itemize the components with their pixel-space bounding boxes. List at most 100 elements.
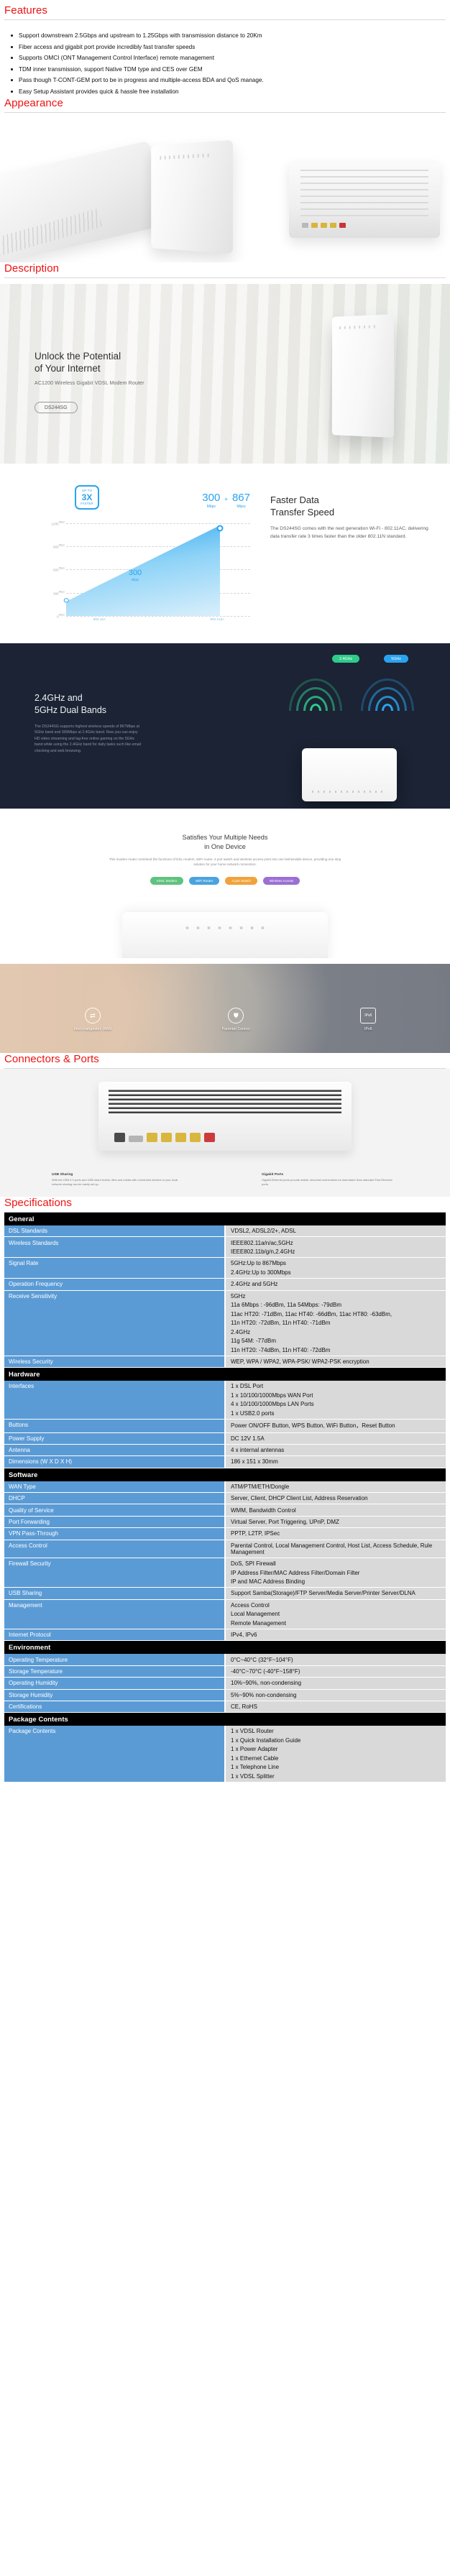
lan-port-4 bbox=[190, 1133, 201, 1142]
lifestyle-feature-row: ⇄ Interchangeable WAN ⛊ Parental Control IPv… bbox=[0, 1008, 450, 1031]
spec-row-key: Dimensions (W X D X H) bbox=[4, 1455, 226, 1468]
spec-row-value: PPTP, L2TP, IPSec bbox=[225, 1527, 446, 1540]
spec-value-line: 5%~90% non-condensing bbox=[231, 1691, 297, 1698]
spec-row-key: Storage Humidity bbox=[4, 1689, 226, 1701]
features-heading: Features bbox=[4, 4, 47, 17]
lifestyle-feature-label: IPv6 bbox=[364, 1027, 372, 1031]
spec-row-value: VDSL2, ADSL2/2+, ADSL bbox=[225, 1225, 446, 1238]
spec-row-key: Quality of Service bbox=[4, 1504, 226, 1517]
band-tag-24ghz: 2.4GHz bbox=[331, 655, 360, 663]
spec-row-key: Package Contents bbox=[4, 1726, 226, 1783]
lifestyle-feature: ⇄ Interchangeable WAN bbox=[74, 1008, 112, 1031]
spec-row-value: IEEE802.11a/n/ac,5GHz IEEE802.11b/g/n,2.4… bbox=[225, 1236, 446, 1259]
ports-diagram: USB Sharing With the USB 2.0 ports and U… bbox=[0, 1069, 450, 1197]
needs-chip: 4 port Switch bbox=[225, 877, 257, 886]
port-lan-3 bbox=[330, 223, 336, 228]
band-tag-5ghz: 5GHz bbox=[384, 655, 408, 663]
dual-band-body-text: The DS244SG supports highest wireless sp… bbox=[35, 724, 141, 753]
lifestyle-feature: IPv6 IPv6 bbox=[360, 1008, 377, 1031]
spec-group-header: Package Contents bbox=[4, 1712, 446, 1726]
spec-row-key: Access Control bbox=[4, 1540, 226, 1558]
description-section: Description Unlock the Potential of Your… bbox=[0, 262, 450, 1053]
spec-row-value: 5%~90% non-condensing bbox=[225, 1689, 446, 1701]
led-wps bbox=[261, 926, 265, 929]
spec-row: DHCP Server, Client, DHCP Client List, Ad… bbox=[4, 1492, 446, 1505]
spec-value-line: IEEE802.11b/g/n,2.4GHz bbox=[231, 1248, 295, 1256]
spec-row: Signal Rate 5GHz:Up to 867Mbps 2.4GHz:Up t… bbox=[4, 1257, 446, 1279]
gigabit-ports-callout-title: Gigabit Ports bbox=[262, 1173, 284, 1177]
spec-value-line: Parental Control, Local Management Contr… bbox=[231, 1542, 433, 1555]
dual-band-router-image bbox=[302, 748, 397, 801]
spec-row-key: Firewall Security bbox=[4, 1558, 226, 1588]
spec-row-value: 1 x DSL Port 1 x 10/100/1000Mbps WAN Port… bbox=[225, 1381, 446, 1420]
spec-group-header: Environment bbox=[4, 1640, 446, 1655]
spec-row-key: Wireless Security bbox=[4, 1356, 226, 1368]
spec-row-value: 5GHz 11a 6Mbps : -96dBm, 11a 54Mbps: -79d… bbox=[225, 1290, 446, 1356]
y-axis-tick-label: 1200Mbps bbox=[51, 520, 65, 526]
spec-row-value: 1 x VDSL Router 1 x Quick Installation Gu… bbox=[225, 1726, 446, 1783]
connectors-heading: Connectors & Ports bbox=[4, 1053, 99, 1065]
power-jack bbox=[114, 1133, 125, 1142]
combined-speed-label: 300 Mbps + 867 Mbps bbox=[202, 492, 250, 509]
hero-model-badge: DS244SG bbox=[35, 402, 78, 413]
chart-point-802-11n bbox=[63, 597, 69, 603]
spec-row-value: IPv4, IPv6 bbox=[225, 1629, 446, 1642]
spec-row-key: Storage Temperature bbox=[4, 1665, 226, 1678]
spec-row: Port Forwarding Virtual Server, Port Trig… bbox=[4, 1516, 446, 1529]
spec-row-value: -40°C~70°C (-40°F~158°F) bbox=[225, 1665, 446, 1678]
y-axis-tick-label: 900Mbps bbox=[53, 543, 65, 549]
spec-value-line: 11n HT20: -72dBm, 11n HT40: -71dBm bbox=[231, 1320, 331, 1327]
spec-row-value: WEP, WPA / WPA2, WPA-PSK/ WPA2-PSK encry… bbox=[225, 1356, 446, 1368]
spec-row: Package Contents 1 x VDSL Router 1 x Quick… bbox=[4, 1726, 446, 1783]
spec-row-key: VPN Pass-Through bbox=[4, 1527, 226, 1540]
feature-item: TDM inner transmission, support Native T… bbox=[11, 64, 443, 75]
features-section: Features Support downstream 2.5Gbps and … bbox=[0, 0, 450, 97]
up-to-3x-faster-badge: UP TO 3X FASTER bbox=[75, 485, 99, 510]
spec-value-line: DC 12V 1.5A bbox=[231, 1435, 265, 1442]
spec-row: WAN Type ATM/PTM/ETH/Dongle bbox=[4, 1481, 446, 1493]
spec-value-line: 11g 54M: -77dBm bbox=[231, 1338, 276, 1345]
specifications-table: General DSL Standards VDSL2, ADSL2/2+, ADS… bbox=[4, 1213, 446, 1783]
spec-row: Firewall Security DoS, SPI Firewall IP Add… bbox=[4, 1558, 446, 1588]
spec-value-line: 1 x Quick Installation Guide bbox=[231, 1736, 301, 1744]
led-lan bbox=[239, 926, 243, 929]
spec-value-line: 4 x 10/100/1000Mbps LAN Ports bbox=[231, 1401, 314, 1408]
spec-row-key: Operating Temperature bbox=[4, 1654, 226, 1666]
spec-row-key: Power Supply bbox=[4, 1432, 226, 1445]
spec-value-line: Power ON/OFF Button, WPS Button, WiFi Bu… bbox=[231, 1422, 395, 1430]
spec-row-key: Wireless Standards bbox=[4, 1236, 226, 1259]
spec-value-line: IEEE802.11a/n/ac,5GHz bbox=[231, 1239, 293, 1246]
spec-row-key: Management bbox=[4, 1599, 226, 1630]
lan-port-3 bbox=[175, 1133, 186, 1142]
speed-24ghz-unit: Mbps bbox=[206, 505, 216, 509]
wifi-wave-graphics bbox=[289, 672, 414, 711]
gigabit-ports-callout-desc: Gigabit Ethernet ports provide stable, u… bbox=[262, 1178, 392, 1186]
spec-value-line: 4 x internal antennas bbox=[231, 1447, 285, 1454]
port-callout-row: USB Sharing With the USB 2.0 ports and U… bbox=[0, 1173, 450, 1187]
feature-item: Easy Setup Assistant provides quick & ha… bbox=[11, 86, 443, 98]
gridline bbox=[66, 546, 250, 548]
feature-item: Support downstream 2.5Gbps and upstream … bbox=[11, 30, 443, 42]
spec-value-line: Remote Management bbox=[231, 1619, 286, 1627]
lifestyle-feature-label: Parental Control bbox=[221, 1027, 250, 1031]
speed-heading-line1: Faster Data bbox=[270, 494, 319, 505]
spec-value-line: 1 x DSL Port bbox=[231, 1383, 264, 1390]
hero-banner: Unlock the Potential of Your Internet AC… bbox=[0, 284, 450, 464]
spec-group-header: General bbox=[4, 1213, 446, 1225]
gigabit-ports-callout: Gigabit Ports Gigabit Ethernet ports pro… bbox=[262, 1173, 398, 1187]
speed-24ghz-value: 300 bbox=[202, 492, 221, 504]
spec-row-value: 4 x internal antennas bbox=[225, 1444, 446, 1457]
spec-value-line: 5GHz:Up to 867Mbps bbox=[231, 1260, 286, 1267]
port-lan-1 bbox=[311, 223, 318, 228]
spec-row: Management Access Control Local Management… bbox=[4, 1599, 446, 1630]
spec-row-value: Support Samba(Storage)/FTP Server/Media … bbox=[225, 1587, 446, 1600]
spec-value-line: WMM, Bandwidth Control bbox=[231, 1506, 296, 1514]
spec-row-value: CE, RoHS bbox=[225, 1701, 446, 1714]
lifestyle-photo-band: ⇄ Interchangeable WAN ⛊ Parental Control IPv… bbox=[0, 964, 450, 1053]
chart-point-label-300: 300 Mbps bbox=[129, 569, 142, 582]
spec-row: Dimensions (W X D X H) 186 x 151 x 30mm bbox=[4, 1455, 446, 1468]
spec-row: Internet Protocol IPv4, IPv6 bbox=[4, 1629, 446, 1642]
hero-title-line1: Unlock the Potential bbox=[35, 351, 121, 362]
appearance-photos bbox=[0, 119, 450, 262]
spec-row-value: 10%~90%, non-condensing bbox=[225, 1677, 446, 1690]
